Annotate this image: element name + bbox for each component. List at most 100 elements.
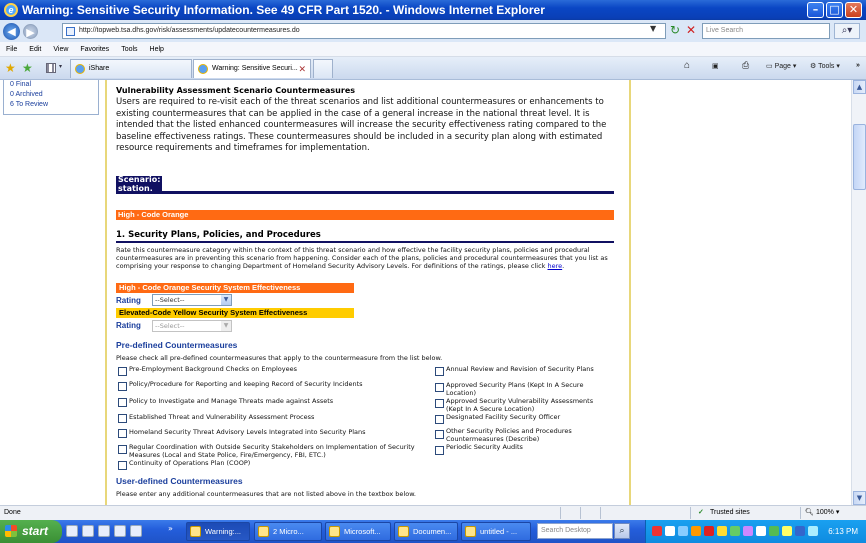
tab-warning[interactable]: Warning: Sensitive Securi... ✕ — [193, 59, 311, 78]
taskbar-item[interactable]: Documen... — [394, 522, 458, 541]
minimize-button[interactable]: – — [807, 2, 824, 18]
window-title-bar: e Warning: Sensitive Security Informatio… — [0, 0, 866, 20]
yellow-rating-select-value: --Select-- — [155, 322, 185, 330]
quicklaunch-icon[interactable] — [66, 525, 78, 537]
tray-icon[interactable] — [717, 526, 727, 536]
nav-final[interactable]: 0 Final — [10, 80, 98, 90]
checkbox-approved-plans[interactable] — [435, 383, 444, 392]
taskbar-overflow-icon[interactable]: » — [168, 524, 173, 533]
checkbox-incident-records[interactable] — [118, 382, 127, 391]
taskbar-item[interactable]: 2 Micro... — [254, 522, 322, 541]
quick-tabs-icon[interactable] — [46, 63, 56, 73]
checkbox-coop[interactable] — [118, 461, 127, 470]
checkbox-label: Homeland Security Threat Advisory Levels… — [129, 428, 366, 436]
refresh-icon[interactable]: ↻ — [668, 24, 682, 38]
checkbox-approved-assessments[interactable] — [435, 399, 444, 408]
tray-icon[interactable] — [808, 526, 818, 536]
stop-icon[interactable]: ✕ — [684, 24, 698, 38]
tab-close-icon[interactable]: ✕ — [298, 60, 306, 78]
checkbox-annual-review[interactable] — [435, 367, 444, 376]
tab-list-dropdown-icon[interactable]: ▾ — [59, 63, 62, 70]
forward-button[interactable]: ▶ — [23, 23, 38, 39]
quicklaunch-icon[interactable] — [98, 525, 110, 537]
menu-edit[interactable]: Edit — [29, 46, 41, 53]
tray-icon[interactable] — [730, 526, 740, 536]
checkbox-label: Established Threat and Vulnerability Ass… — [129, 413, 315, 421]
taskbar-item[interactable]: untitled - ... — [461, 522, 531, 541]
menu-view[interactable]: View — [53, 46, 68, 53]
tray-icon[interactable] — [678, 526, 688, 536]
taskbar-item-label: 2 Micro... — [273, 527, 304, 536]
print-icon[interactable]: ⎙ — [742, 60, 749, 71]
tray-icon[interactable] — [795, 526, 805, 536]
menu-tools[interactable]: Tools — [121, 46, 137, 53]
high-rating-select[interactable]: --Select-- ▼ — [152, 294, 232, 306]
add-favorites-icon[interactable]: ★ — [22, 61, 33, 75]
home-icon[interactable]: ⌂ — [684, 60, 690, 71]
desktop-search-input[interactable]: Search Desktop — [537, 523, 613, 539]
checkbox-label: Annual Review and Revision of Security P… — [446, 365, 594, 373]
maximize-button[interactable]: □ — [826, 2, 843, 18]
checkbox-background-checks[interactable] — [118, 367, 127, 376]
chevron-more-icon[interactable]: » — [856, 62, 860, 69]
tab-ishare[interactable]: iShare — [70, 59, 192, 78]
main-section: Vulnerability Assessment Scenario Counte… — [116, 86, 616, 155]
vertical-scrollbar[interactable]: ▲ ▼ — [851, 80, 866, 505]
checkbox-periodic-audits[interactable] — [435, 446, 444, 455]
tray-icon[interactable] — [665, 526, 675, 536]
checkbox-threat-investigation[interactable] — [118, 398, 127, 407]
checkbox-advisory-levels[interactable] — [118, 429, 127, 438]
checkbox-label: Other Security Policies and Procedures C… — [446, 427, 572, 443]
address-dropdown-icon[interactable]: ▼ — [650, 24, 656, 33]
quicklaunch-icon[interactable] — [82, 525, 94, 537]
page-menu-label: Page — [774, 63, 791, 70]
checkbox-label: Approved Security Vulnerability Assessme… — [446, 397, 594, 413]
checkbox-security-officer[interactable] — [435, 415, 444, 424]
zoom-value: 100% — [816, 509, 834, 516]
tray-icon[interactable] — [782, 526, 792, 536]
tray-icon[interactable] — [691, 526, 701, 536]
scroll-thumb[interactable] — [853, 124, 866, 190]
taskbar-item[interactable]: Microsoft... — [325, 522, 391, 541]
menu-favorites[interactable]: Favorites — [80, 46, 109, 53]
paint-taskbar-icon — [465, 526, 476, 537]
checkbox-other-policies[interactable] — [435, 430, 444, 439]
tools-menu[interactable]: ⚙ Tools ▾ — [810, 62, 840, 70]
address-bar[interactable]: http://topweb.tsa.dhs.gov/risk/assessmen… — [62, 23, 666, 39]
tray-icon[interactable] — [652, 526, 662, 536]
taskbar-item[interactable]: Warning:... — [186, 522, 250, 541]
live-search-input[interactable]: Live Search — [702, 23, 830, 39]
tray-icon[interactable] — [743, 526, 753, 536]
search-button[interactable]: ⌕▾ — [834, 23, 860, 39]
scroll-up-button[interactable]: ▲ — [853, 80, 866, 94]
window-controls: – □ ✕ — [807, 2, 862, 18]
page-menu[interactable]: ▭ Page ▾ — [766, 62, 796, 70]
checkbox-stakeholder-coordination[interactable] — [118, 445, 127, 454]
start-button[interactable]: start — [0, 520, 62, 543]
scroll-down-button[interactable]: ▼ — [853, 491, 866, 505]
feeds-icon[interactable]: ▣ — [712, 62, 719, 70]
page-content: 0 Final 0 Archived 6 To Review Vulnerabi… — [0, 80, 851, 505]
nav-archived[interactable]: 0 Archived — [10, 90, 98, 100]
quicklaunch-icon[interactable] — [130, 525, 142, 537]
window-title: Warning: Sensitive Security Information.… — [22, 3, 545, 17]
nav-to-review[interactable]: 6 To Review — [10, 100, 98, 110]
close-button[interactable]: ✕ — [845, 2, 862, 18]
zoom-level[interactable]: 100% ▾ — [816, 506, 839, 520]
quicklaunch-icon[interactable] — [114, 525, 126, 537]
menu-help[interactable]: Help — [150, 46, 164, 53]
desktop-search-icon[interactable]: ⌕ — [614, 523, 630, 539]
yellow-rating-select[interactable]: --Select-- ▼ — [152, 320, 232, 332]
new-tab-button[interactable] — [313, 59, 333, 78]
back-button[interactable]: ◀ — [3, 22, 20, 40]
favorites-star-icon[interactable]: ★ — [5, 61, 16, 75]
address-url: http://topweb.tsa.dhs.gov/risk/assessmen… — [79, 27, 300, 34]
menu-file[interactable]: File — [6, 46, 17, 53]
checkbox-vulnerability-process[interactable] — [118, 414, 127, 423]
tray-icon[interactable] — [769, 526, 779, 536]
tray-icon[interactable] — [704, 526, 714, 536]
tray-icon[interactable] — [756, 526, 766, 536]
ratings-definition-link[interactable]: here — [548, 262, 563, 270]
taskbar-clock: 6:13 PM — [828, 527, 858, 536]
ie-tab-icon — [198, 64, 208, 74]
